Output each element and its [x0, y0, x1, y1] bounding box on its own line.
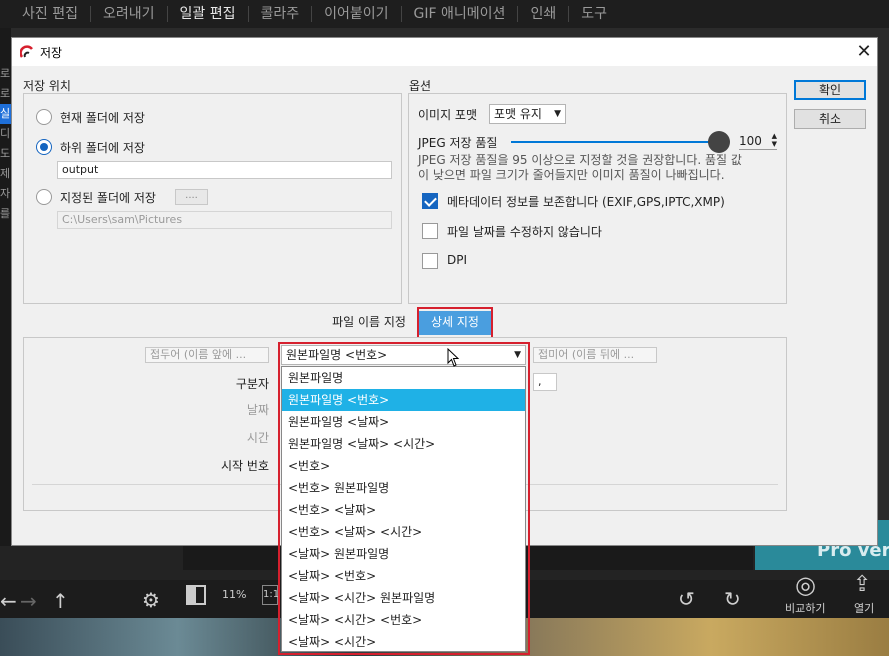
folder-path-input[interactable]: C:\Users\sam\Pictures	[57, 211, 392, 229]
sub-folder-input[interactable]: output	[57, 161, 392, 179]
metadata-checkbox[interactable]	[422, 193, 438, 209]
nav-item-5[interactable]: GIF 애니메이션	[402, 6, 519, 22]
options-label: 옵션	[409, 79, 432, 93]
left-strip-spacer	[0, 28, 11, 64]
rotate-right-icon[interactable]: ↻	[724, 588, 741, 610]
jpeg-quality-slider-thumb[interactable]	[708, 131, 730, 153]
suffix-input[interactable]: 접미어 (이름 뒤에 ...	[533, 347, 657, 363]
start-number-label: 시작 번호	[221, 459, 269, 473]
left-item-0[interactable]: 로	[0, 64, 11, 84]
compare-split-icon[interactable]	[186, 585, 206, 605]
spinner-updown-icon[interactable]: ▲ ▼	[772, 132, 777, 148]
tab-filename[interactable]: 파일 이름 지정	[323, 311, 415, 335]
dpi-checkbox[interactable]	[422, 253, 438, 269]
separator-input[interactable]: ,	[533, 373, 557, 391]
compare-label: 비교하기	[785, 602, 826, 615]
image-format-label: 이미지 포맷	[418, 108, 478, 122]
highlight-frame-tab	[417, 307, 493, 339]
left-item-3[interactable]: 디	[0, 124, 11, 144]
separator-label: 구분자	[235, 377, 269, 391]
rotate-left-icon[interactable]: ↺	[678, 588, 695, 610]
options-panel: 이미지 포맷 포맷 유지 ▼ JPEG 저장 품질 100 ▲ ▼ JPEG 저장…	[408, 93, 787, 304]
prefix-input[interactable]: 접두어 (이름 앞에 ...	[145, 347, 269, 363]
jpeg-quality-slider-track[interactable]	[511, 141, 719, 143]
mouse-cursor-icon	[447, 348, 460, 367]
radio-sub-folder[interactable]	[36, 139, 52, 155]
dialog-titlebar: 저장 ✕	[12, 38, 877, 66]
file-date-label: 파일 날짜를 수정하지 않습니다	[447, 225, 602, 239]
compare-icon[interactable]: ◎	[795, 573, 816, 597]
jpeg-note-line-1: JPEG 저장 품질을 95 이상으로 지정할 것을 권장합니다. 품질 값	[418, 153, 742, 167]
chevron-down-icon: ▼	[554, 109, 561, 119]
nav-item-2[interactable]: 일괄 편집	[168, 6, 249, 22]
jpeg-quality-note: JPEG 저장 품질을 95 이상으로 지정할 것을 권장합니다. 품질 값 이…	[418, 153, 783, 183]
zoom-ratio-button[interactable]: 1:1	[262, 585, 279, 605]
image-format-value: 포맷 유지	[494, 107, 542, 121]
left-item-7[interactable]: 를	[0, 204, 11, 224]
file-date-checkbox[interactable]	[422, 223, 438, 239]
time-label: 시간	[246, 431, 269, 445]
nav-item-4[interactable]: 이어붙이기	[312, 6, 402, 22]
jpeg-quality-spinner[interactable]: 100 ▲ ▼	[739, 132, 777, 150]
nav-item-3[interactable]: 콜라주	[249, 6, 313, 22]
zoom-level: 11%	[222, 588, 247, 601]
jpeg-quality-value: 100	[739, 134, 762, 148]
specified-folder-label: 지정된 폴더에 저장	[60, 191, 156, 205]
radio-specified-folder[interactable]	[36, 189, 52, 205]
left-panel-strip: 로로실디도제자를	[0, 28, 11, 548]
save-location-panel: 현재 폴더에 저장 하위 폴더에 저장 output 지정된 폴더에 저장 ..…	[23, 93, 402, 304]
save-location-label: 저장 위치	[23, 79, 71, 93]
open-label: 열기	[854, 602, 875, 615]
left-item-1[interactable]: 로	[0, 84, 11, 104]
close-icon[interactable]: ✕	[852, 40, 876, 64]
jpeg-quality-label: JPEG 저장 품질	[418, 136, 498, 150]
sub-folder-label: 하위 폴더에 저장	[60, 141, 145, 155]
date-label: 날짜	[246, 403, 269, 417]
nav-item-6[interactable]: 인쇄	[518, 6, 570, 22]
browse-button[interactable]: ....	[175, 189, 208, 205]
nav-item-0[interactable]: 사진 편집	[10, 6, 91, 22]
jpeg-note-line-2: 이 낮으면 파일 크기가 줄어들지만 이미지 품질이 나빠집니다.	[418, 168, 725, 182]
highlight-frame-dropdown	[278, 342, 530, 655]
up-arrow-icon[interactable]: ↑	[52, 590, 69, 612]
radio-current-folder[interactable]	[36, 109, 52, 125]
forward-arrow-icon[interactable]: →	[20, 590, 37, 612]
left-item-6[interactable]: 자	[0, 184, 11, 204]
gear-icon[interactable]: ⚙	[142, 589, 160, 611]
open-icon[interactable]: ⇪	[853, 574, 871, 596]
nav-item-1[interactable]: 오려내기	[91, 6, 168, 22]
app-logo-icon	[20, 45, 33, 58]
dialog-title: 저장	[40, 46, 63, 60]
metadata-label: 메타데이터 정보를 보존합니다 (EXIF,GPS,IPTC,XMP)	[447, 195, 725, 209]
top-navigation: 사진 편집 오려내기 일괄 편집 콜라주 이어붙이기 GIF 애니메이션 인쇄 도구	[0, 0, 889, 28]
ok-button[interactable]: 확인	[794, 80, 866, 100]
dpi-label: DPI	[447, 253, 468, 267]
image-format-select[interactable]: 포맷 유지 ▼	[489, 104, 566, 124]
left-item-2[interactable]: 실	[0, 104, 11, 124]
cancel-button[interactable]: 취소	[794, 109, 866, 129]
back-arrow-icon[interactable]: ←	[0, 590, 17, 612]
left-item-4[interactable]: 도	[0, 144, 11, 164]
nav-item-7[interactable]: 도구	[569, 6, 619, 22]
left-item-5[interactable]: 제	[0, 164, 11, 184]
current-folder-label: 현재 폴더에 저장	[60, 111, 145, 125]
